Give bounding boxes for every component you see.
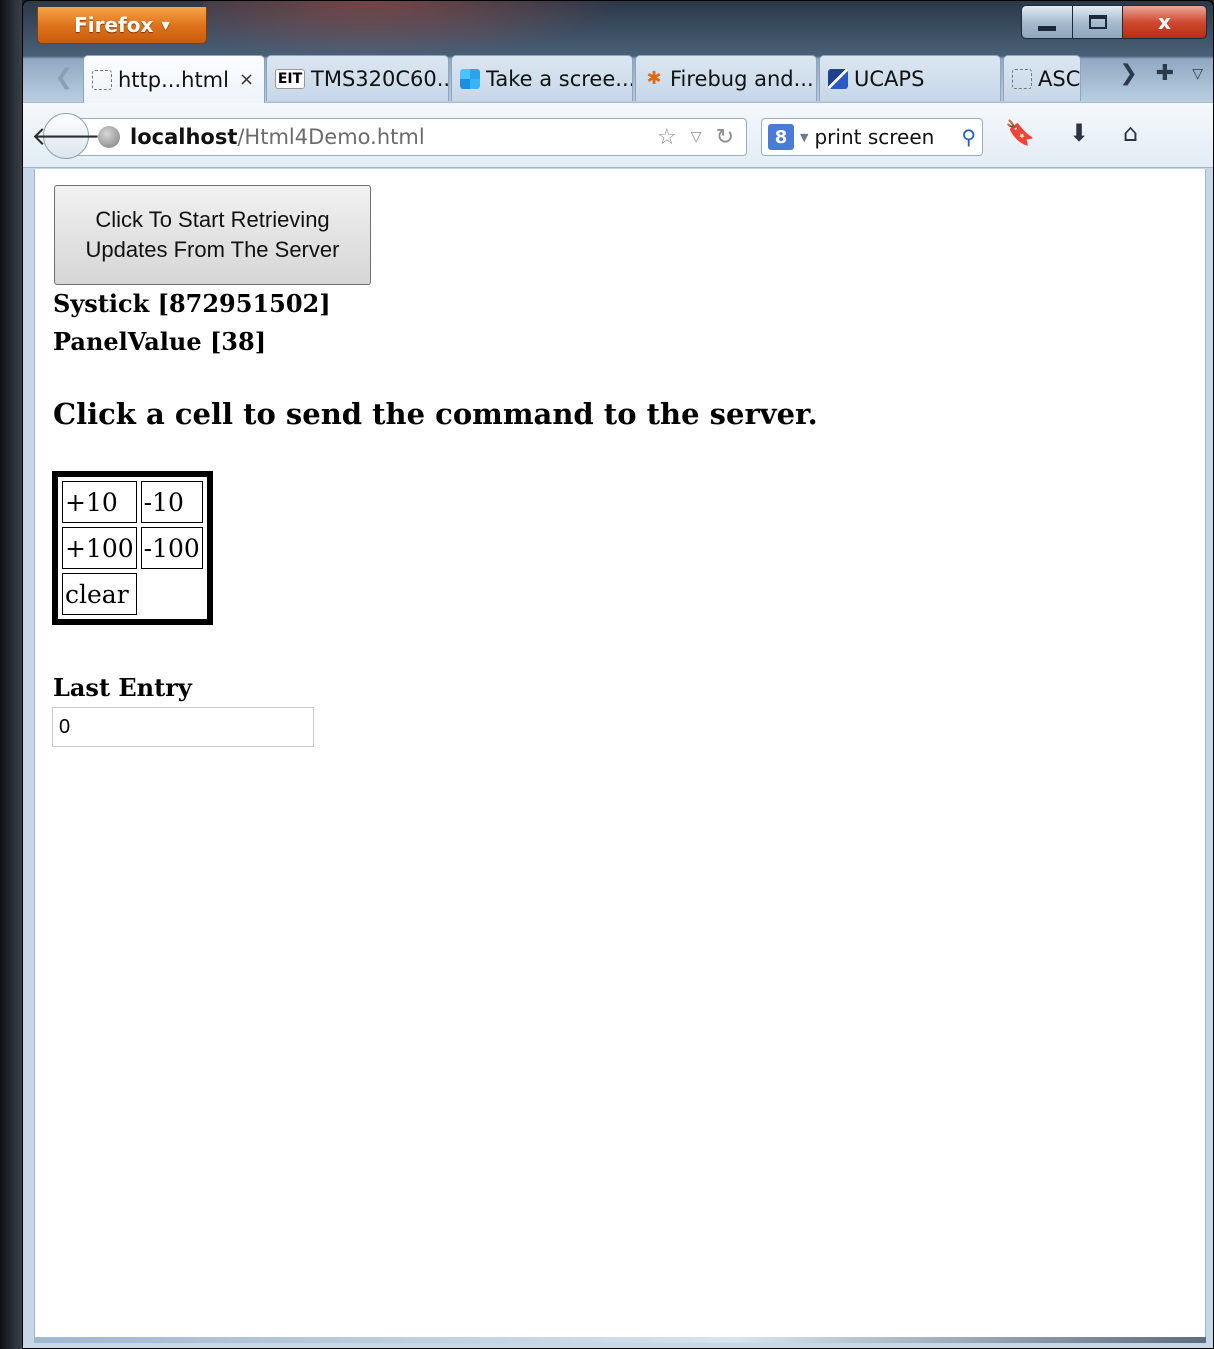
cmd-cell-minus-10[interactable]: -10 — [140, 481, 203, 523]
tab-scroll-left-icon[interactable]: ❮ — [51, 59, 77, 95]
google-search-engine-icon[interactable]: 8 — [768, 124, 794, 150]
close-icon: x — [1158, 10, 1171, 34]
table-row: +10 -10 — [62, 481, 203, 523]
start-retrieving-updates-button[interactable]: Click To Start Retrieving Updates From T… — [54, 185, 371, 285]
cmd-cell-plus-100[interactable]: +100 — [62, 527, 137, 569]
url-host: localhost — [130, 125, 238, 149]
panel-value-label: PanelValue [38] — [53, 327, 267, 356]
tab-html4demo[interactable]: http...html × — [83, 55, 265, 103]
cmd-cell-minus-100[interactable]: -100 — [140, 527, 203, 569]
table-row: clear — [62, 573, 203, 615]
tab-firebug[interactable]: ✱ Firebug and... — [635, 55, 817, 101]
tab-strip: ❮ http...html × EIT TMS320C60... Take a … — [23, 51, 1213, 103]
window-controls: x — [1021, 5, 1207, 39]
back-arrow-icon: 🡐 — [31, 121, 101, 152]
firefox-menu-label: Firefox — [74, 13, 154, 37]
instructions-heading: Click a cell to send the command to the … — [53, 397, 818, 431]
navigation-bar: 🡐 localhost /Html4Demo.html ☆ ▽ ↻ 8 ▼ pr… — [23, 102, 1213, 168]
caret-down-icon: ▼ — [161, 18, 170, 32]
reload-icon[interactable]: ↻ — [716, 125, 734, 150]
browser-window: Firefox ▼ x ❮ http...html × EIT TMS320C6… — [22, 0, 1214, 1349]
minimize-button[interactable] — [1021, 5, 1073, 39]
empty-cell — [141, 573, 203, 615]
url-bar-icons: ☆ ▽ ↻ — [657, 125, 746, 150]
close-window-button[interactable]: x — [1123, 5, 1207, 39]
new-tab-icon[interactable]: ✚ — [1156, 61, 1174, 86]
search-engine-dropdown-icon[interactable]: ▼ — [800, 131, 808, 144]
history-dropdown-icon[interactable]: ▽ — [691, 129, 702, 145]
tab-label: http...html — [118, 67, 229, 92]
minimize-icon — [1038, 25, 1056, 31]
systick-label: Systick [872951502] — [53, 289, 331, 318]
bookmarks-menu-icon[interactable]: 🔖 — [1005, 119, 1035, 147]
site-identity-icon[interactable] — [98, 126, 120, 148]
tab-take-a-screenshot[interactable]: Take a scree... — [451, 55, 633, 101]
last-entry-input[interactable] — [52, 707, 314, 747]
table-row: +100 -100 — [62, 527, 203, 569]
tab-tools: ❯ ✚ ▽ — [1119, 61, 1203, 86]
home-icon[interactable]: ⌂ — [1123, 119, 1138, 147]
search-input[interactable]: print screen — [814, 125, 934, 149]
eit-icon: EIT — [275, 68, 305, 89]
tab-scroll-right-icon[interactable]: ❯ — [1119, 61, 1137, 86]
back-button[interactable]: 🡐 — [31, 113, 101, 159]
tab-label: UCAPS — [854, 66, 925, 91]
tab-close-icon[interactable]: × — [239, 69, 254, 90]
downloads-icon[interactable]: ⬇ — [1069, 119, 1089, 147]
last-entry-label: Last Entry — [53, 673, 192, 702]
tab-tms320c60[interactable]: EIT TMS320C60... — [266, 55, 449, 101]
maximize-button[interactable] — [1073, 5, 1123, 39]
tab-ucaps[interactable]: UCAPS — [819, 55, 1001, 101]
desktop-edge — [0, 0, 22, 1349]
firebug-icon: ✱ — [646, 68, 662, 89]
tab-label: Take a scree... — [486, 66, 633, 91]
cmd-cell-clear[interactable]: clear — [62, 573, 137, 615]
cmd-cell-plus-10[interactable]: +10 — [62, 481, 137, 523]
windows-icon — [460, 68, 480, 89]
tab-asc[interactable]: ASC — [1003, 55, 1081, 101]
list-all-tabs-icon[interactable]: ▽ — [1192, 66, 1203, 86]
ucaps-icon — [828, 68, 848, 89]
page-content: Click To Start Retrieving Updates From T… — [34, 169, 1206, 1339]
search-bar[interactable]: 8 ▼ print screen ⚲ — [761, 118, 983, 156]
firefox-menu-button[interactable]: Firefox ▼ — [37, 7, 207, 44]
url-path: /Html4Demo.html — [237, 125, 425, 149]
tab-label: Firebug and... — [670, 66, 814, 91]
command-table: +10 -10 +100 -100 clear — [52, 471, 213, 625]
bookmark-star-icon[interactable]: ☆ — [657, 125, 677, 150]
tab-label: ASC — [1038, 66, 1081, 91]
maximize-icon — [1088, 15, 1107, 29]
blank-page-icon — [1012, 68, 1032, 89]
search-icon[interactable]: ⚲ — [961, 125, 976, 149]
tab-label: TMS320C60... — [311, 66, 449, 91]
url-bar[interactable]: localhost /Html4Demo.html ☆ ▽ ↻ — [71, 118, 747, 156]
toolbar-buttons: 🔖 ⬇ ⌂ — [1005, 119, 1138, 147]
blank-page-icon — [92, 69, 112, 90]
window-bottom-border — [34, 1337, 1206, 1343]
